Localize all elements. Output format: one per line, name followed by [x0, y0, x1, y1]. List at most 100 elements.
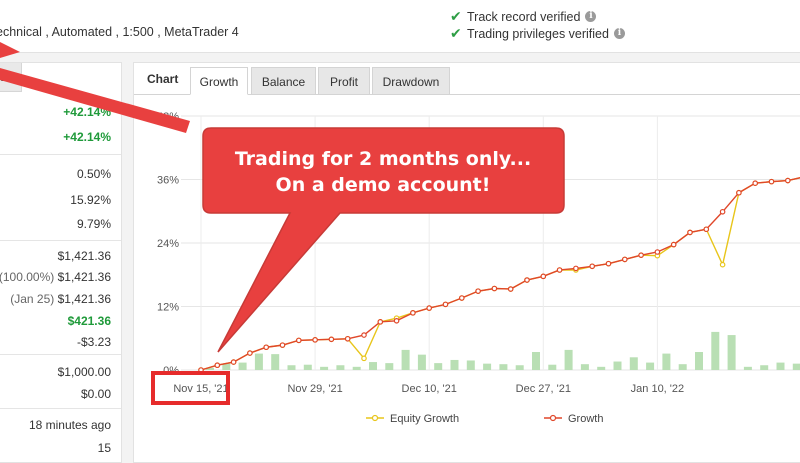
growth-point	[736, 189, 742, 196]
growth-point	[491, 285, 498, 292]
growth-point	[410, 310, 416, 316]
chart-panel: Chart Growth Balance Profit Drawdown 0% 1…	[133, 62, 800, 463]
volume-bar	[320, 366, 329, 370]
volume-bar	[417, 354, 426, 370]
volume-bar	[434, 363, 443, 370]
volume-bar	[287, 365, 296, 370]
checkmark-icon: ✔	[450, 8, 462, 24]
volume-bar	[401, 349, 410, 370]
growth-point	[703, 226, 710, 233]
growth-point	[752, 180, 759, 187]
equity-growth-point	[719, 261, 726, 268]
y-tick-label: 24%	[157, 238, 179, 250]
growth-chart: 0%12%24%36%48%Nov 15, '21 Nov 29, '21 Dec …	[157, 111, 800, 425]
account-stats-panel: ral +42.14% +42.14% 0.50% 15.92% 9.79% $…	[0, 62, 122, 463]
growth-point	[524, 277, 530, 283]
growth-point	[654, 249, 661, 255]
growth-point	[768, 178, 775, 185]
volume-bar	[352, 366, 361, 370]
growth-point	[279, 342, 286, 348]
volume-bar	[662, 353, 671, 370]
growth-point	[687, 229, 693, 236]
checkmark-icon: ✔	[450, 25, 462, 41]
volume-bar	[711, 331, 720, 370]
y-tick-label: 48%	[157, 111, 179, 123]
verification-label: Trading privileges verified	[467, 26, 609, 41]
growth-point	[540, 273, 547, 280]
volume-bar	[580, 364, 589, 370]
volume-bar	[727, 335, 736, 370]
growth-point	[230, 359, 237, 365]
stat-equity: (100.00%) $1,421.36	[0, 270, 111, 284]
equity-growth-line	[200, 177, 800, 371]
growth-point	[621, 256, 628, 263]
growth-point	[377, 319, 384, 325]
volume-bar	[532, 352, 540, 370]
stat-highest: (Jan 25) $1,421.36	[10, 292, 111, 306]
x-tick-label: Jan 10, '22	[631, 383, 684, 395]
growth-point	[328, 336, 335, 343]
growth-line	[200, 177, 800, 371]
growth-point	[638, 252, 644, 258]
legend-growth: Growth	[568, 413, 603, 425]
volume-bar	[548, 364, 557, 370]
growth-point	[475, 288, 481, 294]
legend-swatch-point	[549, 414, 557, 422]
volume-bar	[792, 363, 800, 370]
growth-point	[784, 177, 791, 184]
x-tick-label: Dec 10, '21	[402, 383, 457, 395]
stat-drawdown: 9.79%	[76, 217, 111, 231]
volume-bar	[466, 360, 475, 370]
stat-withdrawals: $0.00	[80, 387, 111, 401]
growth-point	[719, 208, 726, 215]
growth-point	[344, 335, 351, 342]
stat-deposits: $1,000.00	[57, 365, 111, 379]
account-header: echnical , Automated , 1:500 , MetaTrade…	[0, 0, 800, 53]
info-icon[interactable]: i	[585, 11, 597, 22]
volume-bar	[499, 364, 508, 370]
growth-point	[573, 265, 579, 272]
growth-point	[263, 344, 270, 351]
volume-bar	[743, 366, 752, 370]
volume-bar	[629, 357, 638, 370]
equity-growth-point	[361, 355, 367, 362]
volume-bar	[760, 365, 769, 370]
stat-profit: $421.36	[67, 314, 111, 328]
growth-point	[361, 332, 367, 338]
growth-point	[312, 337, 318, 343]
verification-trading-privileges: ✔ Trading privileges verified i	[450, 25, 625, 42]
growth-point	[214, 362, 221, 369]
stat-monthly: 15.92%	[70, 193, 111, 207]
stat-daily: 0.50%	[76, 167, 111, 181]
legend-swatch-point	[371, 414, 379, 422]
growth-point	[393, 317, 400, 324]
y-tick-label: 36%	[157, 175, 179, 187]
volume-bar	[303, 364, 312, 370]
info-icon[interactable]: i	[613, 28, 625, 39]
growth-point	[556, 267, 563, 273]
volume-bar	[695, 352, 703, 370]
volume-bar	[613, 361, 622, 370]
growth-point	[426, 305, 433, 311]
volume-bar	[385, 363, 394, 370]
growth-point	[442, 301, 449, 308]
volume-bar	[515, 365, 524, 370]
volume-bar	[646, 362, 655, 370]
legend-equity-growth: Equity Growth	[390, 413, 459, 425]
start-date-highlight-box	[151, 371, 230, 405]
volume-bar	[238, 362, 247, 370]
account-description: echnical , Automated , 1:500 , MetaTrade…	[0, 25, 239, 39]
tab-general[interactable]: ral	[0, 63, 22, 92]
growth-point	[296, 337, 302, 344]
volume-bar	[450, 359, 459, 370]
growth-point	[605, 260, 612, 267]
stat-balance: $1,421.36	[57, 249, 111, 263]
volume-bar	[369, 362, 377, 370]
growth-point	[507, 286, 514, 292]
stat-tracking: 15	[97, 441, 111, 455]
volume-bar	[254, 353, 263, 370]
volume-bar	[336, 365, 345, 370]
volume-bar	[597, 366, 606, 370]
growth-point	[589, 263, 596, 270]
stat-interest: -$3.23	[76, 335, 111, 349]
